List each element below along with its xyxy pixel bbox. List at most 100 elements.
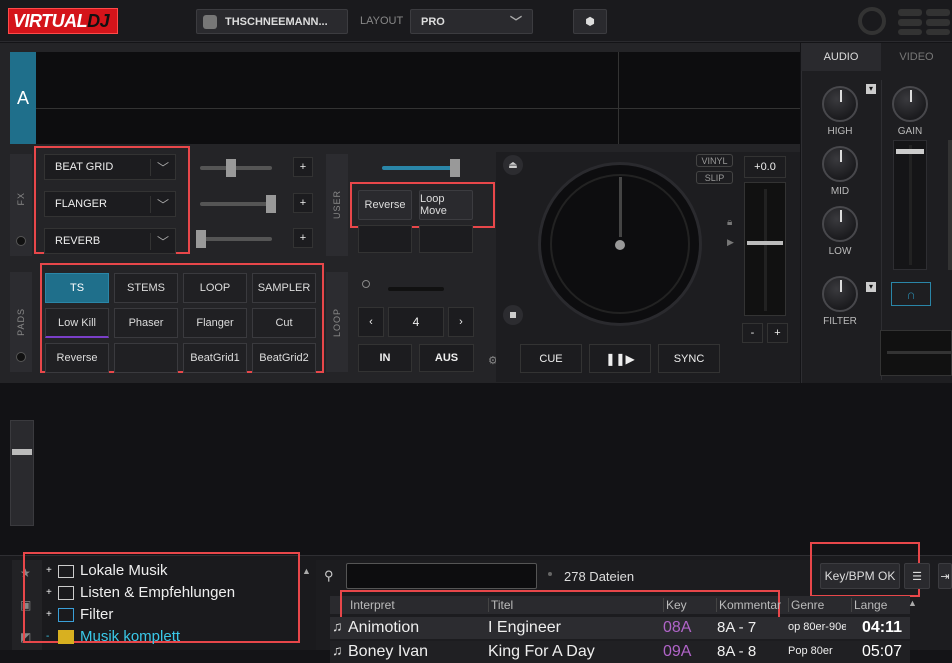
col-lange[interactable]: Lange [851,598,887,612]
slip-button[interactable]: SLIP [696,171,733,184]
loop-in-button[interactable]: IN [358,344,412,372]
fx-plus-button[interactable]: + [293,157,313,177]
fx-name: FLANGER [55,198,107,210]
loop-double-button[interactable]: › [448,307,474,337]
folder-filter[interactable]: + Filter [46,604,235,626]
user-empty-button[interactable] [419,225,473,253]
pitch-minus-button[interactable]: - [742,323,763,343]
fx-plus-button[interactable]: + [293,228,313,248]
volume-fader[interactable] [893,140,927,270]
pad-flanger[interactable]: Flanger [183,308,247,338]
folder-musik-komplett[interactable]: - Musik komplett [46,626,235,648]
chevron-down-icon: ﹀ [149,195,175,213]
waveform[interactable] [36,52,800,144]
play-pause-button[interactable]: ❚❚▶ [589,344,651,373]
tab-audio[interactable]: AUDIO [801,43,881,71]
music-note-icon: ♫ [332,618,343,634]
table-row[interactable]: ♫ Boney Ivan King For A Day 09A 8A - 8 P… [330,641,910,663]
fx-select-3[interactable]: REVERB ﹀ [44,228,176,254]
browser-zoom-slider[interactable] [10,420,34,526]
key-bpm-ok-button[interactable]: Key/BPM OK [820,563,900,589]
eq-high-knob[interactable] [822,86,858,122]
fx-slider-2[interactable] [200,195,276,213]
pad-empty[interactable] [114,343,178,373]
crossfader[interactable] [880,330,952,376]
fx-label: FX [16,192,26,206]
eject-icon[interactable]: ⏏ [503,155,523,175]
pad-beatgrid2[interactable]: BeatGrid2 [252,343,316,373]
col-titel[interactable]: Titel [488,598,513,612]
package-icon-button[interactable]: ⬢ [573,9,607,34]
fx-slider-3[interactable] [196,230,272,248]
fx-select-2[interactable]: FLANGER ﹀ [44,191,176,217]
sync-button[interactable]: SYNC [658,344,720,373]
cell-artist: Boney Ivan [348,643,429,660]
pad-mode-ts[interactable]: TS [45,273,109,303]
gain-knob[interactable] [892,86,928,122]
table-row[interactable]: ♫ Animotion I Engineer 08A 8A - 7 op 80e… [330,617,910,639]
loop-out-button[interactable]: AUS [419,344,474,372]
col-kommentar[interactable]: Kommentar [716,598,781,612]
cell-artist: Animotion [348,619,420,636]
menu-grid-icon[interactable] [898,9,952,35]
col-genre[interactable]: Genre [788,598,824,612]
play-small-icon: ▶ [727,237,734,247]
tab-video[interactable]: VIDEO [881,43,952,71]
loop-halve-button[interactable]: ‹ [358,307,384,337]
cell-length: 05:07 [862,643,903,660]
user-label: USER [332,190,342,220]
fx-plus-button[interactable]: + [293,193,313,213]
list-scroll-up-icon[interactable]: ▲ [908,598,917,608]
user-account-button[interactable]: THSCHNEEMANN... [196,9,348,34]
user-slider[interactable] [382,159,460,177]
search-icon: ⚲ [324,568,334,583]
pad-mode-sampler[interactable]: SAMPLER [252,273,316,303]
col-key[interactable]: Key [663,598,687,612]
user-reverse-button[interactable]: Reverse [358,190,412,220]
folder-listen-empfehlungen[interactable]: + Listen & Empfehlungen [46,582,235,604]
user-empty-button[interactable] [358,225,412,253]
loop-bar [388,287,444,291]
lock-icon[interactable]: 🔒︎ [727,217,732,228]
pad-low-kill[interactable]: Low Kill [45,308,109,338]
layout-select[interactable]: PRO ﹀ [410,9,533,34]
col-interpret[interactable]: Interpret [350,598,395,612]
pitch-slider[interactable] [744,182,786,316]
cell-comment: 8A - 7 [717,619,757,636]
filter-menu-icon[interactable]: ▾ [866,282,876,292]
search-input[interactable] [346,563,537,589]
pad-cut[interactable]: Cut [252,308,316,338]
pad-mode-stems[interactable]: STEMS [114,273,178,303]
vinyl-button[interactable]: VINYL [696,154,733,167]
folder-scrollbar[interactable]: ▲ [302,560,314,650]
filter-folder-icon [58,608,74,622]
headphones-icon[interactable]: ∩ [891,282,931,306]
record-icon[interactable] [858,7,886,35]
fx-name: REVERB [55,235,101,247]
pad-mode-loop[interactable]: LOOP [183,273,247,303]
pad-beatgrid1[interactable]: BeatGrid1 [183,343,247,373]
pads-side-tab: PADS [10,272,32,372]
jog-wheel[interactable] [538,162,702,326]
fx-slider-1[interactable] [200,159,272,177]
folder-lokale-musik[interactable]: + Lokale Musik [46,560,235,582]
pad-phaser[interactable]: Phaser [114,308,178,338]
expand-icon[interactable]: ⇥ [938,563,952,589]
user-loop-move-button[interactable]: Loop Move [419,190,473,220]
folder-tree: + Lokale Musik + Listen & Empfehlungen + Fi… [46,560,235,648]
eq-low-knob[interactable] [822,206,858,242]
chevron-right-icon: › [459,316,463,328]
pad-reverse[interactable]: Reverse [45,343,109,373]
play-pause-icon: ❚❚▶ [605,351,635,366]
filter-knob[interactable] [822,276,858,312]
cell-length: 04:11 [862,619,903,636]
fx-select-1[interactable]: BEAT GRID ﹀ [44,154,176,180]
eq-menu-icon[interactable]: ▾ [866,84,876,94]
stop-icon[interactable] [503,305,523,325]
cue-button[interactable]: CUE [520,344,582,373]
eq-mid-knob[interactable] [822,146,858,182]
folder-label: Listen & Empfehlungen [80,584,236,601]
list-options-icon[interactable]: ☰ [904,563,930,589]
pitch-plus-button[interactable]: + [767,323,788,343]
separator-dot [548,572,552,576]
